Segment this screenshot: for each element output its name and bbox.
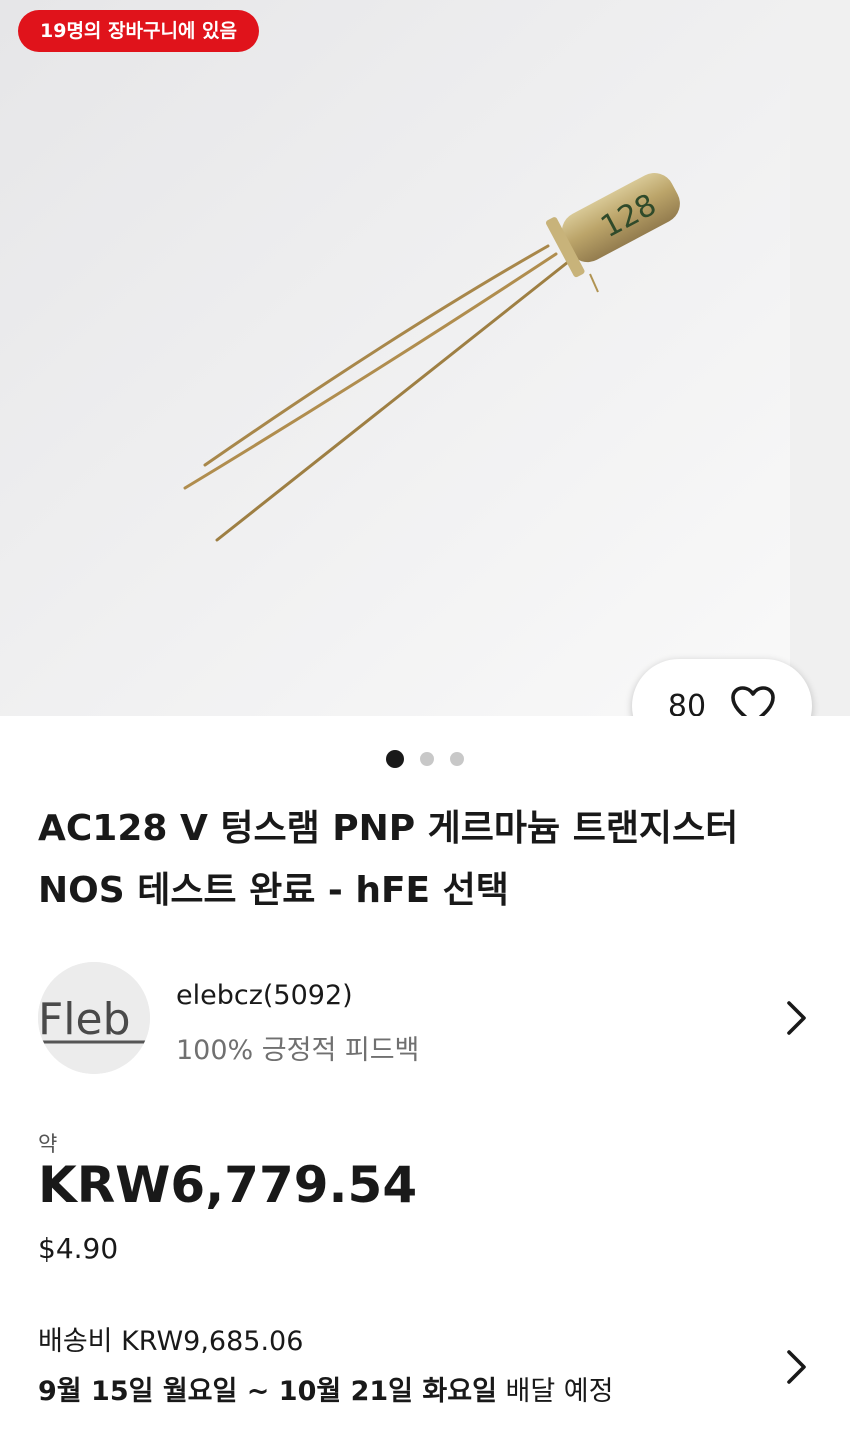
delivery-estimate: 9월 15일 월요일 ~ 10월 21일 화요일 배달 예정 [38, 1369, 613, 1408]
chevron-right-icon[interactable] [786, 1000, 808, 1036]
listing-title: AC128 V 텅스램 PNP 게르마늄 트랜지스터 NOS 테스트 완료 - … [38, 808, 739, 911]
price-approx-label: 약 [38, 1132, 58, 1156]
watch-button[interactable]: 80 [632, 659, 812, 716]
seller-logo-text: Fleb [38, 994, 131, 1045]
seller-logo: Fleb [38, 962, 150, 1074]
delivery-suffix: 배달 예정 [505, 1376, 614, 1407]
shipping-row[interactable]: 배송비 KRW9,685.06 9월 15일 월요일 ~ 10월 21일 화요일… [0, 1315, 850, 1415]
product-photo[interactable]: 128 [0, 0, 790, 716]
seller-feedback: 100% 긍정적 피드백 [176, 1035, 420, 1066]
watch-count: 80 [667, 688, 707, 717]
delivery-dates: 9월 15일 월요일 ~ 10월 21일 화요일 [38, 1376, 497, 1407]
watchers-badge: 19명의 장바구니에 있음 [18, 10, 259, 52]
seller-name[interactable]: elebcz(5092) [176, 980, 353, 1011]
image-pagination [0, 750, 850, 768]
price-original: $4.90 [38, 1232, 119, 1265]
seller-row[interactable]: Fleb elebcz(5092) 100% 긍정적 피드백 [0, 960, 850, 1075]
pagination-dot-1[interactable] [386, 750, 404, 768]
heart-icon [731, 686, 775, 716]
price-amount: KRW6,779.54 [38, 1156, 418, 1214]
pagination-dot-3[interactable] [450, 752, 464, 766]
product-image-gallery[interactable]: 128 19명의 장바구니에 있음 80 [0, 0, 850, 716]
shipping-cost: 배송비 KRW9,685.06 [38, 1326, 304, 1357]
chevron-right-icon[interactable] [786, 1349, 808, 1385]
pagination-dot-2[interactable] [420, 752, 434, 766]
seller-avatar[interactable]: Fleb [38, 962, 150, 1074]
